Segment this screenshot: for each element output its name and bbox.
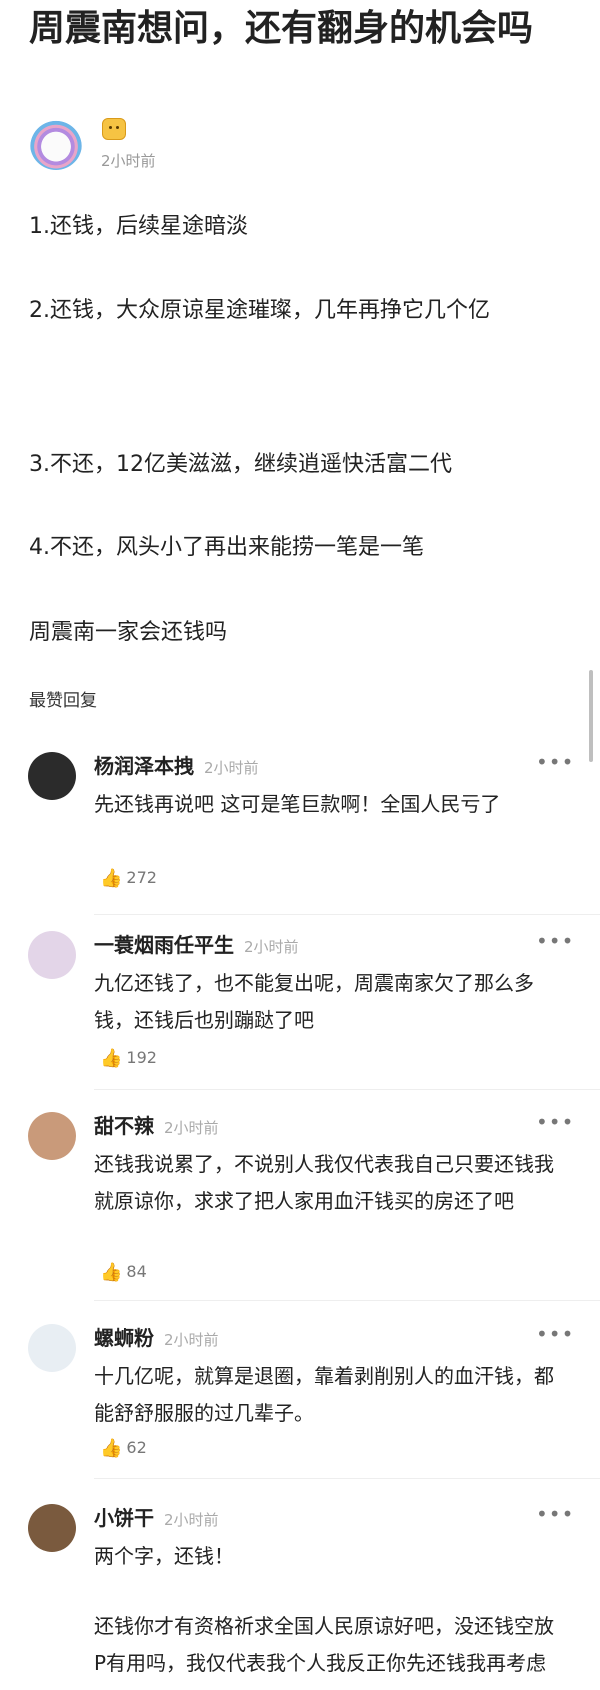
comment-divider: [94, 1478, 600, 1479]
commenter-name-text: 小饼干: [94, 1506, 154, 1530]
thumb-up-icon: 👍: [100, 868, 123, 889]
more-dots-icon[interactable]: •••: [536, 1110, 574, 1134]
more-dots-icon[interactable]: •••: [536, 1322, 574, 1346]
thumb-up-icon: 👍: [100, 1048, 123, 1069]
post-paragraph-3: 3.不还，12亿美滋滋，继续逍遥快活富二代: [29, 452, 452, 477]
commenter-avatar[interactable]: [28, 931, 76, 979]
comment-text: 两个字，还钱！: [94, 1544, 234, 1568]
author-avatar[interactable]: [30, 118, 82, 170]
tiger-badge-icon: [102, 118, 126, 140]
post-title: 周震南想问，还有翻身的机会吗: [29, 8, 534, 49]
commenter-name[interactable]: 一蓑烟雨任平生 2小时前: [94, 929, 299, 958]
comment-text: 十几亿呢，就算是退圈，靠着剥削别人的血汗钱，都能舒舒服服的过几辈子。: [94, 1364, 554, 1425]
post-paragraph-2: 2.还钱，大众原谅星途璀璨，几年再挣它几个亿: [29, 298, 490, 323]
more-dots-icon[interactable]: •••: [536, 1502, 574, 1526]
comment-time: 2小时前: [164, 1331, 219, 1349]
comment-divider: [94, 914, 600, 915]
post-time: 2小时前: [101, 152, 156, 170]
comment-text-continued: 还钱你才有资格祈求全国人民原谅好吧，没还钱空放P有用吗，我仅代表我个人我反正你先…: [94, 1614, 554, 1675]
like-button[interactable]: 👍 84: [100, 1262, 147, 1283]
more-dots-icon[interactable]: •••: [536, 929, 574, 953]
comment-time: 2小时前: [204, 759, 259, 777]
like-count: 272: [126, 868, 157, 887]
comment-divider: [94, 1300, 600, 1301]
comment-text: 先还钱再说吧 这可是笔巨款啊！全国人民亏了: [94, 792, 501, 816]
comment-time: 2小时前: [164, 1119, 219, 1137]
commenter-name[interactable]: 甜不辣 2小时前: [94, 1110, 219, 1139]
commenter-name-text: 一蓑烟雨任平生: [94, 933, 234, 957]
more-dots-icon[interactable]: •••: [536, 750, 574, 774]
commenter-avatar[interactable]: [28, 752, 76, 800]
commenter-avatar[interactable]: [28, 1504, 76, 1552]
commenter-name-text: 杨润泽本拽: [94, 754, 194, 778]
scrollbar-thumb[interactable]: [589, 670, 593, 762]
top-replies-label: 最赞回复: [29, 691, 97, 711]
thumb-up-icon: 👍: [100, 1438, 123, 1459]
commenter-name[interactable]: 小饼干 2小时前: [94, 1502, 219, 1531]
commenter-name-text: 甜不辣: [94, 1114, 154, 1138]
thumb-up-icon: 👍: [100, 1262, 123, 1283]
like-count: 192: [126, 1048, 157, 1067]
comment-time: 2小时前: [244, 938, 299, 956]
like-count: 62: [126, 1438, 147, 1457]
like-count: 84: [126, 1262, 147, 1281]
like-button[interactable]: 👍 62: [100, 1438, 147, 1459]
post-paragraph-4: 4.不还，风头小了再出来能捞一笔是一笔: [29, 535, 424, 560]
comment-time: 2小时前: [164, 1511, 219, 1529]
commenter-name[interactable]: 杨润泽本拽 2小时前: [94, 750, 259, 779]
like-button[interactable]: 👍 272: [100, 868, 157, 889]
comment-text: 九亿还钱了，也不能复出呢，周震南家欠了那么多钱，还钱后也别蹦跶了吧: [94, 971, 534, 1032]
commenter-avatar[interactable]: [28, 1324, 76, 1372]
commenter-name[interactable]: 螺蛳粉 2小时前: [94, 1322, 219, 1351]
comment-text: 还钱我说累了，不说别人我仅代表我自己只要还钱我就原谅你，求求了把人家用血汗钱买的…: [94, 1152, 554, 1213]
commenter-name-text: 螺蛳粉: [94, 1326, 154, 1350]
comment-divider: [94, 1089, 600, 1090]
post-author[interactable]: 2小时前: [30, 118, 330, 178]
post-paragraph-1: 1.还钱，后续星途暗淡: [29, 214, 248, 239]
post-paragraph-5: 周震南一家会还钱吗: [29, 620, 228, 645]
commenter-avatar[interactable]: [28, 1112, 76, 1160]
like-button[interactable]: 👍 192: [100, 1048, 157, 1069]
